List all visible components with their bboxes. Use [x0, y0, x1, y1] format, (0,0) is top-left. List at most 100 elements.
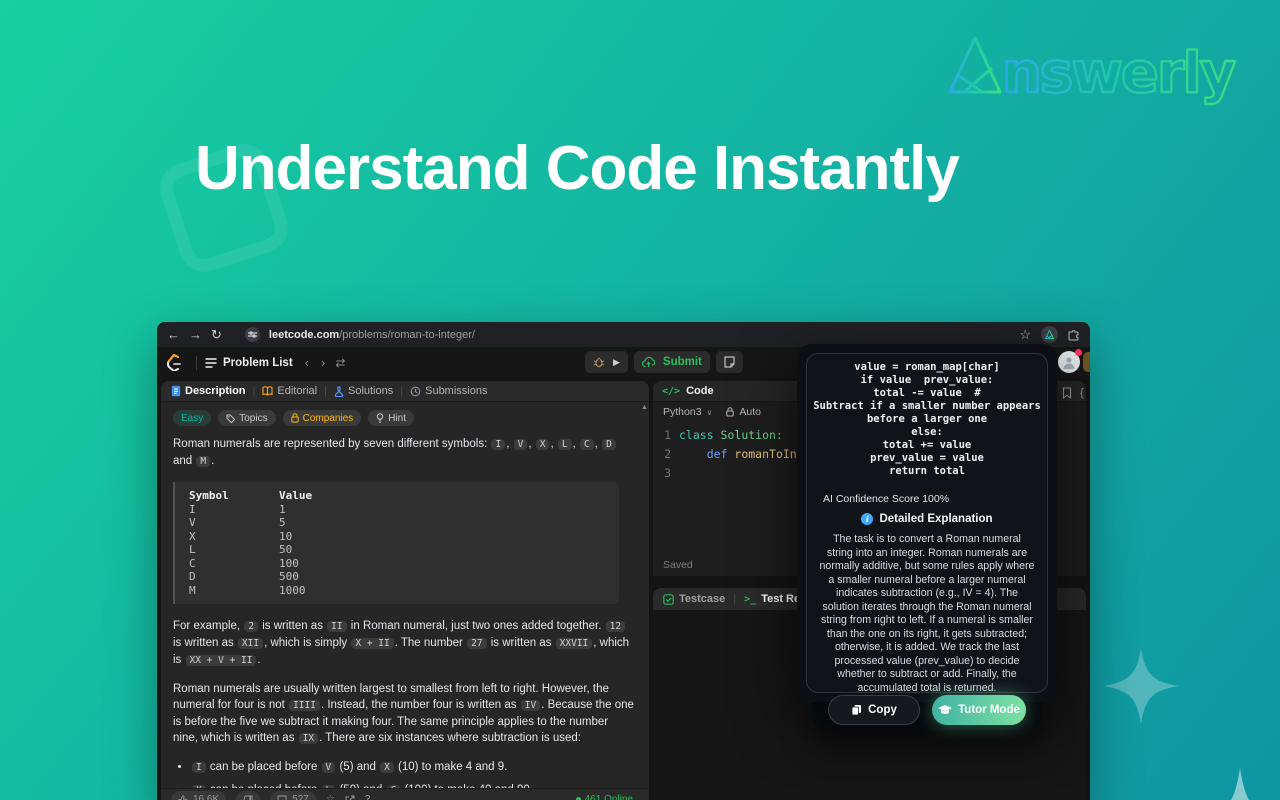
history-clock-icon	[410, 386, 421, 396]
chevron-down-icon: ∨	[706, 407, 713, 417]
solution-code-block: value = roman_map[char] if value prev_val…	[813, 361, 1041, 477]
divider: |	[252, 385, 256, 397]
sparkle-icon	[1103, 648, 1179, 724]
checkbox-icon	[663, 593, 674, 605]
notification-dot	[1075, 349, 1082, 356]
prev-problem-button[interactable]: ‹	[305, 355, 309, 370]
lightbulb-icon	[376, 413, 384, 423]
problem-paragraph: For example, 2 is written as II in Roman…	[173, 620, 630, 666]
badge-row: Easy Topics Companies Hint	[173, 410, 635, 426]
description-footer: 16.6K 527 ☆ ? 461 Online	[161, 788, 649, 800]
bracket-icon[interactable]: {	[1080, 387, 1084, 399]
code-panel-right-icons: {	[1062, 385, 1090, 401]
problem-intro: Roman numerals are represented by seven …	[173, 436, 635, 470]
like-button[interactable]: 16.6K	[171, 790, 227, 800]
auto-toggle[interactable]: Auto	[726, 406, 761, 418]
extensions-puzzle-icon[interactable]	[1068, 329, 1080, 341]
url-host: leetcode.com	[268, 328, 340, 341]
tab-submissions[interactable]: Submissions	[410, 385, 487, 397]
lock-icon	[726, 407, 735, 417]
flask-icon	[334, 385, 344, 397]
symbol-table-row: D 500	[189, 570, 299, 583]
companies-badge[interactable]: Companies	[282, 410, 362, 426]
bookmark-icon[interactable]	[1062, 387, 1072, 399]
tab-editorial[interactable]: Editorial	[262, 385, 317, 397]
divider: |	[324, 385, 327, 397]
tab-description[interactable]: Description	[171, 385, 246, 397]
next-problem-button[interactable]: ›	[321, 355, 325, 370]
code-panel-title: Code	[686, 385, 714, 397]
description-panel: Description | Editorial | Solutions | Su…	[161, 381, 649, 800]
bookmark-star-icon[interactable]: ☆	[1019, 327, 1031, 343]
divider	[196, 355, 197, 370]
divider: |	[733, 593, 737, 605]
info-icon: i	[861, 513, 874, 525]
book-icon	[262, 386, 273, 396]
scroll-up-icon[interactable]: ▲	[641, 404, 648, 411]
online-count: 461 Online	[575, 794, 633, 800]
symbol-table-row: X 10	[189, 529, 293, 543]
favorite-star-icon[interactable]: ☆	[326, 794, 335, 800]
page: nswerly Understand Code Instantly ← → ↻ …	[0, 0, 1280, 800]
symbol-value-table: Symbol Value I 1 V 5 X 10 L 50 C 100 D 500 M 1000	[173, 482, 619, 604]
tutor-mode-button[interactable]: Tutor Mode	[932, 695, 1026, 725]
symbol-table-row: I1	[189, 502, 286, 516]
hint-badge[interactable]: Hint	[368, 410, 414, 426]
answerly-logo: nswerly	[948, 36, 1239, 106]
browser-window: ← → ↻ leetcode.com/problems/roman-to-int…	[157, 322, 1090, 800]
popup-actions: Copy Tutor Mode	[813, 695, 1041, 729]
submit-button[interactable]: Submit	[633, 351, 710, 373]
tag-icon	[226, 414, 236, 423]
code-icon: </>	[662, 385, 681, 397]
help-icon[interactable]: ?	[365, 794, 371, 800]
run-icon[interactable]: ▶	[613, 357, 620, 368]
thumbs-up-icon	[178, 795, 188, 800]
description-content: Easy Topics Companies Hint Roman numeral…	[161, 402, 641, 800]
leetcode-logo[interactable]	[167, 354, 182, 371]
site-info-icon[interactable]	[244, 327, 260, 342]
copy-button[interactable]: Copy	[828, 695, 920, 725]
graduation-cap-icon	[938, 704, 953, 714]
problem-paragraph: Roman numerals are usually written large…	[173, 683, 634, 744]
comments-button[interactable]: 527	[270, 790, 316, 800]
description-scrollbar[interactable]: ▲ ▼	[640, 402, 649, 800]
address-bar[interactable]: leetcode.com/problems/roman-to-integer/	[269, 329, 475, 341]
tab-solutions[interactable]: Solutions	[334, 385, 393, 397]
answerly-popup-card: value = roman_map[char] if value prev_val…	[806, 353, 1048, 725]
explanation-text: The task is to convert a Roman numeral s…	[819, 533, 1035, 694]
notes-icon	[724, 356, 735, 368]
logo-text: nswerly	[1002, 41, 1236, 106]
person-icon	[1063, 357, 1075, 369]
debug-run-group: ▶	[585, 351, 628, 373]
premium-button-partial[interactable]	[1083, 352, 1090, 372]
answerly-popup: value = roman_map[char] if value prev_val…	[797, 344, 1057, 725]
problem-list-button[interactable]: Problem List	[205, 357, 293, 369]
symbol-table-row: M 1000	[189, 583, 306, 597]
reload-icon[interactable]: ↻	[211, 327, 222, 343]
language-selector[interactable]: Python3 ∨	[663, 406, 712, 418]
hamburger-icon	[205, 357, 217, 368]
cloud-upload-icon	[641, 356, 655, 367]
back-icon[interactable]: ←	[167, 327, 180, 342]
notes-button[interactable]	[715, 351, 743, 373]
symbol-table-row: V5	[189, 516, 286, 529]
dislike-button[interactable]	[236, 790, 261, 800]
random-problem-button[interactable]: ⇄	[335, 356, 345, 370]
difficulty-badge[interactable]: Easy	[173, 410, 212, 426]
topics-badge[interactable]: Topics	[218, 410, 276, 426]
tab-testcase[interactable]: Testcase	[663, 593, 725, 605]
share-icon[interactable]	[345, 795, 355, 800]
answerly-extension-icon[interactable]	[1041, 326, 1058, 343]
user-avatar[interactable]	[1058, 349, 1082, 373]
confidence-score: AI Confidence Score 100%	[823, 493, 950, 505]
forward-icon[interactable]: →	[189, 327, 202, 342]
saved-status: Saved	[663, 559, 693, 571]
thumbs-down-icon	[243, 795, 253, 800]
debug-icon[interactable]	[593, 356, 605, 368]
divider: |	[400, 385, 404, 397]
page-title: Understand Code Instantly	[195, 134, 960, 203]
url-path: /problems/roman-to-integer/	[339, 328, 475, 341]
terminal-icon: >_	[744, 593, 757, 605]
symbol-table-row: C 100	[189, 556, 299, 570]
document-icon	[171, 385, 181, 397]
